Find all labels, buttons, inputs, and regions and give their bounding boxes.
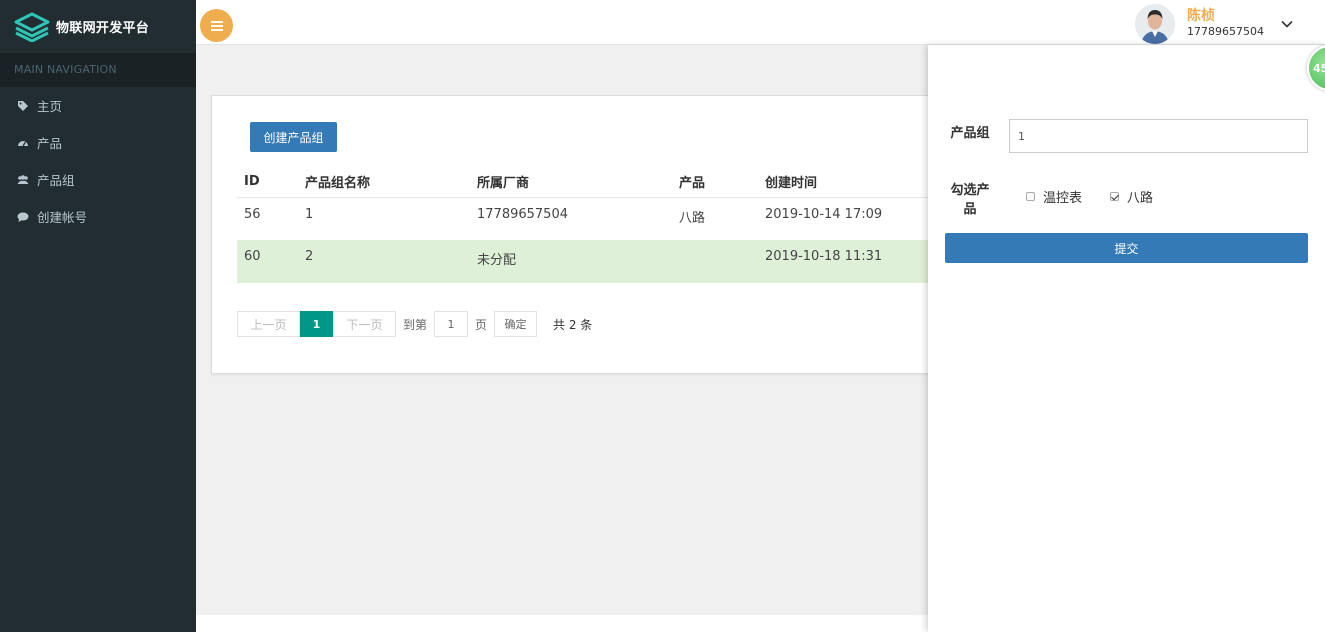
brand[interactable]: 物联网开发平台 — [0, 0, 196, 53]
column-header-created[interactable]: 创建时间 — [758, 166, 942, 198]
pagination: 上一页 1 下一页 到第 页 确定 共 2 条 — [237, 311, 592, 337]
goto-prefix: 到第 — [403, 317, 428, 332]
table-row[interactable]: 56 1 17789657504 八路 2019-10-14 17:09 — [237, 197, 942, 240]
sidebar-item-create-account[interactable]: 创建帐号 — [0, 198, 196, 235]
column-header-name[interactable]: 产品组名称 — [298, 166, 470, 198]
tag-icon — [16, 99, 30, 113]
sidebar-item-product-groups[interactable]: 产品组 — [0, 161, 196, 198]
checkbox-label: 温控表 — [1043, 191, 1083, 206]
page-1-button[interactable]: 1 — [300, 311, 333, 337]
user-menu[interactable]: 陈桢 17789657504 — [1135, 3, 1294, 45]
sidebar-item-label: 产品组 — [37, 173, 75, 188]
user-info: 陈桢 17789657504 — [1187, 9, 1264, 39]
product-group-panel: 创建产品组 ID 产品组名称 所属厂商 产品 创建时间 56 1 1778965… — [211, 95, 942, 374]
cell-name: 2 — [298, 240, 470, 283]
submit-button[interactable]: 提交 — [945, 233, 1308, 263]
goto-confirm-button[interactable]: 确定 — [494, 311, 538, 337]
column-header-product[interactable]: 产品 — [672, 166, 758, 198]
menu-toggle-button[interactable] — [200, 9, 233, 42]
user-name: 陈桢 — [1187, 8, 1215, 24]
checkbox-label: 八路 — [1127, 191, 1154, 206]
cell-name: 1 — [305, 206, 314, 222]
sidebar: 物联网开发平台 MAIN NAVIGATION 主页 产品 产品组 创建帐号 — [0, 0, 196, 632]
user-phone: 17789657504 — [1187, 25, 1264, 38]
product-group-table: ID 产品组名称 所属厂商 产品 创建时间 56 1 17789657504 八… — [237, 166, 942, 283]
brand-title: 物联网开发平台 — [56, 21, 150, 36]
users-icon — [16, 173, 30, 187]
prev-page-button[interactable]: 上一页 — [237, 311, 300, 337]
table-header-row: ID 产品组名称 所属厂商 产品 创建时间 — [237, 166, 942, 198]
products-field-label: 勾选产品 — [950, 183, 990, 217]
chevron-down-icon[interactable] — [1280, 17, 1294, 31]
sidebar-item-label: 产品 — [37, 136, 63, 151]
create-product-group-button[interactable]: 创建产品组 — [250, 122, 337, 152]
group-name-input[interactable] — [1009, 119, 1308, 153]
product-checkbox-eight-way[interactable]: 八路 — [1110, 187, 1153, 206]
hamburger-icon — [210, 24, 223, 27]
cell-product: 八路 — [679, 210, 706, 226]
edit-group-drawer: 产品组 勾选产品 温控表 八路 提交 — [928, 45, 1325, 632]
cell-id: 60 — [237, 240, 298, 283]
column-header-id[interactable]: ID — [237, 166, 298, 198]
cell-product — [672, 240, 758, 283]
cell-id: 56 — [244, 206, 261, 222]
comment-icon — [16, 210, 30, 224]
nav-header: MAIN NAVIGATION — [0, 53, 196, 87]
column-header-vendor[interactable]: 所属厂商 — [470, 166, 672, 198]
cell-vendor: 17789657504 — [477, 206, 568, 222]
table-row-selected[interactable]: 60 2 未分配 2019-10-18 11:31 — [237, 240, 942, 283]
sidebar-item-label: 创建帐号 — [37, 210, 88, 225]
group-field-label: 产品组 — [950, 126, 990, 141]
checkbox-checked-icon — [1110, 192, 1119, 201]
goto-page-input[interactable] — [434, 311, 469, 337]
total-count: 共 2 条 — [553, 317, 593, 332]
checkbox-unchecked-icon — [1026, 192, 1035, 201]
sidebar-item-products[interactable]: 产品 — [0, 124, 196, 161]
footer — [196, 615, 928, 632]
sidebar-item-home[interactable]: 主页 — [0, 87, 196, 124]
dashboard-icon — [16, 136, 30, 150]
avatar — [1135, 4, 1175, 44]
cell-vendor: 未分配 — [470, 240, 672, 283]
next-page-button[interactable]: 下一页 — [333, 311, 396, 337]
cell-created: 2019-10-14 17:09 — [765, 206, 883, 222]
top-header: 陈桢 17789657504 — [196, 0, 1325, 45]
cell-created: 2019-10-18 11:31 — [758, 240, 942, 283]
goto-suffix: 页 — [475, 317, 488, 332]
sidebar-item-label: 主页 — [37, 99, 63, 114]
product-checkbox-thermostat[interactable]: 温控表 — [1026, 187, 1082, 206]
layers-logo-icon — [14, 12, 50, 42]
